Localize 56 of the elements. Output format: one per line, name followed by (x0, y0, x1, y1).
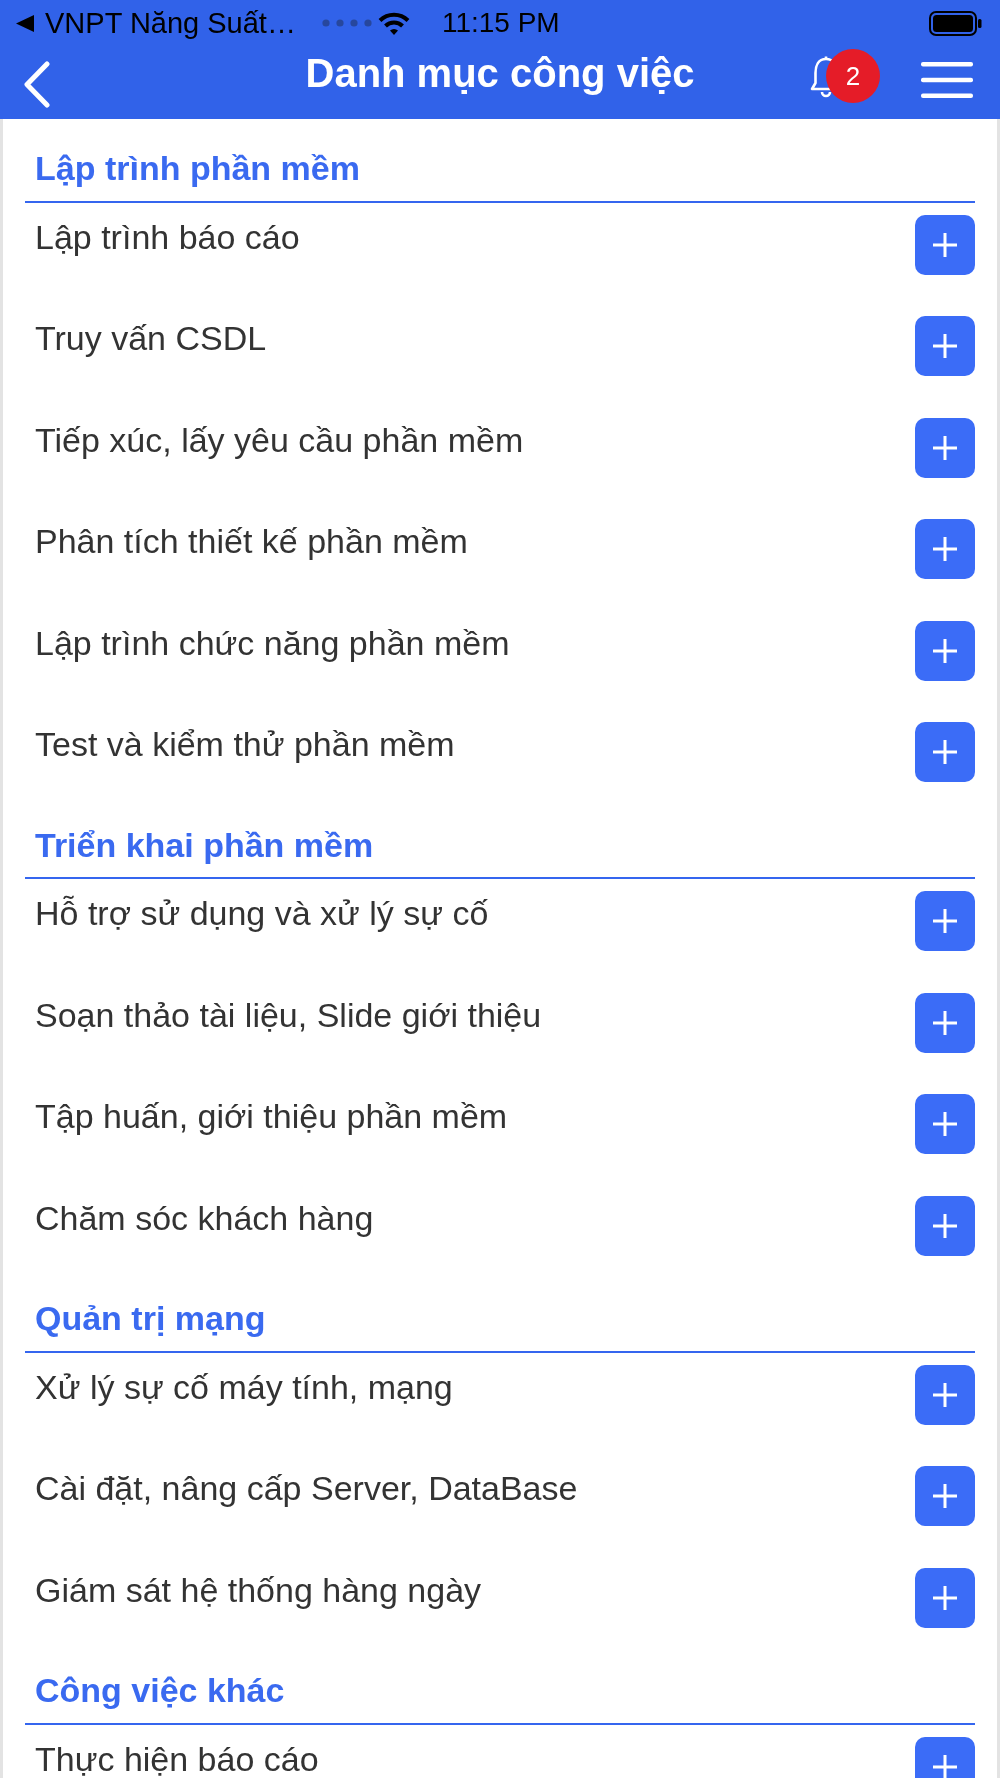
page-title: Danh mục công việc (305, 51, 695, 96)
task-name: Lập trình báo cáo (35, 216, 300, 257)
task-name: Tập huấn, giới thiệu phần mềm (35, 1096, 508, 1136)
task-name: Truy vấn CSDL (35, 318, 267, 358)
notification-badge: 2 (826, 49, 880, 103)
plus-icon (933, 1382, 957, 1407)
task-name: Thực hiện báo cáo (35, 1738, 319, 1778)
section-heading: Triển khai phần mềm (35, 824, 374, 866)
plus-icon (933, 1010, 957, 1035)
plus-icon (933, 232, 957, 257)
task-name: Hỗ trợ sử dụng và xử lý sự cố (35, 893, 489, 933)
plus-icon (933, 1484, 957, 1508)
carrier-name[interactable]: VNPT Năng Suất… (45, 6, 296, 40)
back-icon[interactable] (22, 60, 51, 108)
add-button[interactable] (915, 1094, 975, 1154)
add-button[interactable] (915, 620, 975, 681)
task-name: Phân tích thiết kế phần mềm (35, 521, 468, 561)
add-button[interactable] (915, 316, 975, 376)
add-button[interactable] (915, 1195, 975, 1256)
add-button[interactable] (915, 992, 975, 1053)
plus-icon (933, 740, 957, 764)
wifi-icon (377, 11, 410, 35)
caret-left-icon[interactable] (16, 14, 34, 32)
section-heading: Lập trình phần mềm (35, 148, 360, 189)
plus-icon (933, 638, 957, 663)
plus-icon (933, 1754, 957, 1778)
plus-icon (933, 909, 957, 933)
task-name: Xử lý sự cố máy tính, mạng (35, 1366, 453, 1407)
task-name: Tiếp xúc, lấy yêu cầu phần mềm (35, 419, 524, 460)
add-button[interactable] (915, 519, 975, 579)
add-button[interactable] (915, 214, 975, 275)
status-time: 11:15 PM (441, 7, 560, 39)
add-button[interactable] (915, 417, 975, 478)
task-name: Chăm sóc khách hàng (35, 1197, 374, 1238)
add-button[interactable] (915, 1466, 975, 1526)
plus-icon (933, 334, 957, 358)
add-button[interactable] (915, 722, 975, 782)
task-name: Soạn thảo tài liệu, Slide giới thiệu (35, 994, 542, 1035)
plus-icon (933, 1213, 957, 1238)
add-button[interactable] (915, 1364, 975, 1425)
battery-icon (929, 10, 982, 36)
plus-icon (933, 537, 957, 561)
add-button[interactable] (915, 1736, 975, 1778)
task-name: Test và kiểm thử phần mềm (35, 724, 455, 764)
plus-icon (933, 435, 957, 460)
add-button[interactable] (915, 1567, 975, 1628)
task-name: Cài đặt, nâng cấp Server, DataBase (35, 1468, 578, 1508)
section-heading: Công việc khác (35, 1670, 285, 1711)
plus-icon (933, 1585, 957, 1610)
plus-icon (933, 1112, 957, 1136)
task-name: Giám sát hệ thống hàng ngày (35, 1569, 482, 1610)
signal-dots-icon (321, 19, 372, 27)
task-name: Lập trình chức năng phần mềm (35, 622, 510, 663)
menu-icon[interactable] (921, 61, 973, 98)
add-button[interactable] (915, 891, 975, 951)
section-heading: Quản trị mạng (35, 1298, 266, 1339)
